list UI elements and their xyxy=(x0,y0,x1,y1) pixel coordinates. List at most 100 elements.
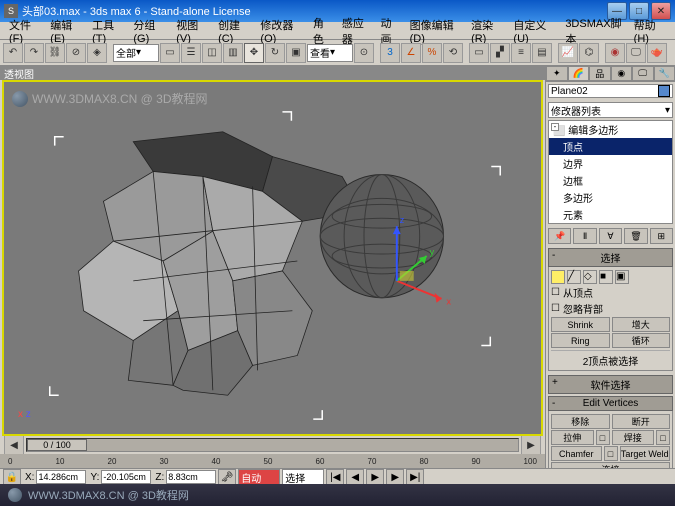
subobj-element-icon[interactable]: ▣ xyxy=(615,270,629,284)
tab-hierarchy[interactable]: 品 xyxy=(589,66,611,81)
tab-motion[interactable]: ◉ xyxy=(611,66,633,81)
unlink-icon[interactable]: ⊘ xyxy=(66,43,86,63)
make-unique-icon[interactable]: ∀ xyxy=(599,228,622,244)
menu-create[interactable]: 创建(C) xyxy=(213,17,255,45)
bind-icon[interactable]: ◈ xyxy=(87,43,107,63)
scale-icon[interactable]: ▣ xyxy=(286,43,306,63)
time-slider[interactable]: 0 / 100 xyxy=(26,438,519,452)
tab-utility[interactable]: 🔧 xyxy=(654,66,675,81)
show-result-icon[interactable]: Ⅱ xyxy=(573,228,596,244)
menu-custom[interactable]: 自定义(U) xyxy=(508,17,560,45)
set-key-mode[interactable]: 选择 xyxy=(282,469,324,485)
modifier-stack[interactable]: -⬜ 编辑多边形 顶点 边界 边框 多边形 元素 xyxy=(548,120,673,224)
schematic-icon[interactable]: ⌬ xyxy=(579,43,599,63)
chamfer-button[interactable]: Chamfer xyxy=(551,446,602,461)
quick-render-icon[interactable]: 🫖 xyxy=(647,43,667,63)
extrude-button[interactable]: 拉伸 xyxy=(551,430,594,445)
subobj-vertex-icon[interactable] xyxy=(551,270,565,284)
time-prev-icon[interactable]: ◀ xyxy=(4,435,24,455)
chamfer-settings-icon[interactable]: □ xyxy=(604,446,618,461)
menu-view[interactable]: 视图(V) xyxy=(171,17,213,45)
prev-frame-icon[interactable]: ◀ xyxy=(346,469,364,485)
remove-mod-icon[interactable]: 🗑 xyxy=(624,228,647,244)
subobj-edge-icon[interactable]: ╱ xyxy=(567,270,581,284)
menu-group[interactable]: 分组(G) xyxy=(128,17,171,45)
angle-snap-icon[interactable]: ∠ xyxy=(401,43,421,63)
ref-coord[interactable]: 查看 ▾ xyxy=(307,44,353,62)
loop-button[interactable]: 循环 xyxy=(612,333,671,348)
x-spinner[interactable]: X: xyxy=(23,469,86,485)
mirror-icon[interactable]: ▞ xyxy=(490,43,510,63)
stack-item-element[interactable]: 元素 xyxy=(549,206,672,223)
ring-button[interactable]: Ring xyxy=(551,333,610,348)
time-thumb[interactable]: 0 / 100 xyxy=(27,439,87,451)
stack-item-vertex[interactable]: 顶点 xyxy=(549,138,672,155)
stack-item-editpoly[interactable]: -⬜ 编辑多边形 xyxy=(549,121,672,138)
select-icon[interactable]: ▭ xyxy=(160,43,180,63)
undo-icon[interactable]: ↶ xyxy=(3,43,23,63)
rollout-editverts[interactable]: -Edit Vertices xyxy=(548,396,673,411)
object-name-field[interactable]: Plane02 xyxy=(548,84,673,98)
stack-item-edge[interactable]: 边界 xyxy=(549,155,672,172)
rollout-selection[interactable]: -选择 xyxy=(548,248,673,267)
grow-button[interactable]: 增大 xyxy=(612,317,671,332)
modifier-list[interactable]: 修改器列表▾ xyxy=(548,102,673,118)
goto-end-icon[interactable]: ▶| xyxy=(406,469,424,485)
menu-file[interactable]: 文件(F) xyxy=(4,17,45,45)
time-next-icon[interactable]: ▶ xyxy=(521,435,541,455)
break-button[interactable]: 断开 xyxy=(612,414,671,429)
connect-button[interactable]: 连接 xyxy=(551,462,670,468)
selection-filter[interactable]: 全部 ▾ xyxy=(113,44,159,62)
percent-snap-icon[interactable]: % xyxy=(422,43,442,63)
extrude-settings-icon[interactable]: □ xyxy=(596,430,610,445)
align-icon[interactable]: ≡ xyxy=(511,43,531,63)
remove-button[interactable]: 移除 xyxy=(551,414,610,429)
tab-display[interactable]: 🖵 xyxy=(632,66,654,81)
menu-help[interactable]: 帮助(H) xyxy=(629,17,671,45)
select-region-icon[interactable]: ◫ xyxy=(202,43,222,63)
perspective-viewport[interactable]: x y z WWW.3DMAX8.CN @ 3D教程网 x z xyxy=(2,80,543,436)
spinner-snap-icon[interactable]: ⟲ xyxy=(443,43,463,63)
redo-icon[interactable]: ↷ xyxy=(24,43,44,63)
next-frame-icon[interactable]: ▶ xyxy=(386,469,404,485)
z-spinner[interactable]: Z: xyxy=(153,469,216,485)
by-vertex-check[interactable]: ☐ 从顶点 xyxy=(551,285,670,300)
render-scene-icon[interactable]: 🖵 xyxy=(626,43,646,63)
menu-render[interactable]: 渲染(R) xyxy=(466,17,508,45)
rotate-icon[interactable]: ↻ xyxy=(265,43,285,63)
curve-editor-icon[interactable]: 📈 xyxy=(558,43,578,63)
named-sel-icon[interactable]: ▭ xyxy=(469,43,489,63)
snap-icon[interactable]: 3 xyxy=(380,43,400,63)
menu-char[interactable]: 角色 xyxy=(308,15,337,47)
play-icon[interactable]: ▶ xyxy=(366,469,384,485)
stack-item-poly[interactable]: 多边形 xyxy=(549,189,672,206)
lock-selection-icon[interactable]: 🔒 xyxy=(3,469,21,485)
goto-start-icon[interactable]: |◀ xyxy=(326,469,344,485)
pin-stack-icon[interactable]: 📌 xyxy=(548,228,571,244)
menu-graph[interactable]: 图像编辑(D) xyxy=(405,17,466,45)
tab-create[interactable]: ✦ xyxy=(546,66,568,81)
rollout-softsel[interactable]: +软件选择 xyxy=(548,375,673,394)
key-icon[interactable]: 🗝 xyxy=(218,469,236,485)
select-name-icon[interactable]: ☰ xyxy=(181,43,201,63)
ignore-backfacing-check[interactable]: ☐ 忽略背部 xyxy=(551,301,670,316)
weld-button[interactable]: 焊接 xyxy=(612,430,655,445)
menu-edit[interactable]: 编辑(E) xyxy=(45,17,87,45)
configure-icon[interactable]: ⊞ xyxy=(650,228,673,244)
material-icon[interactable]: ◉ xyxy=(605,43,625,63)
center-icon[interactable]: ⊙ xyxy=(354,43,374,63)
shrink-button[interactable]: Shrink xyxy=(551,317,610,332)
weld-settings-icon[interactable]: □ xyxy=(656,430,670,445)
menu-modifier[interactable]: 修改器(O) xyxy=(255,17,307,45)
link-icon[interactable]: ⛓ xyxy=(45,43,65,63)
window-crossing-icon[interactable]: ▥ xyxy=(223,43,243,63)
y-spinner[interactable]: Y: xyxy=(88,469,151,485)
target-weld-button[interactable]: Target Weld xyxy=(620,446,671,461)
menu-tools[interactable]: 工具(T) xyxy=(87,17,128,45)
layers-icon[interactable]: ▤ xyxy=(532,43,552,63)
subobj-poly-icon[interactable]: ■ xyxy=(599,270,613,284)
subobj-border-icon[interactable]: ◇ xyxy=(583,270,597,284)
move-icon[interactable]: ✥ xyxy=(244,43,264,63)
tab-modify[interactable]: 🌈 xyxy=(568,66,590,81)
stack-item-border[interactable]: 边框 xyxy=(549,172,672,189)
